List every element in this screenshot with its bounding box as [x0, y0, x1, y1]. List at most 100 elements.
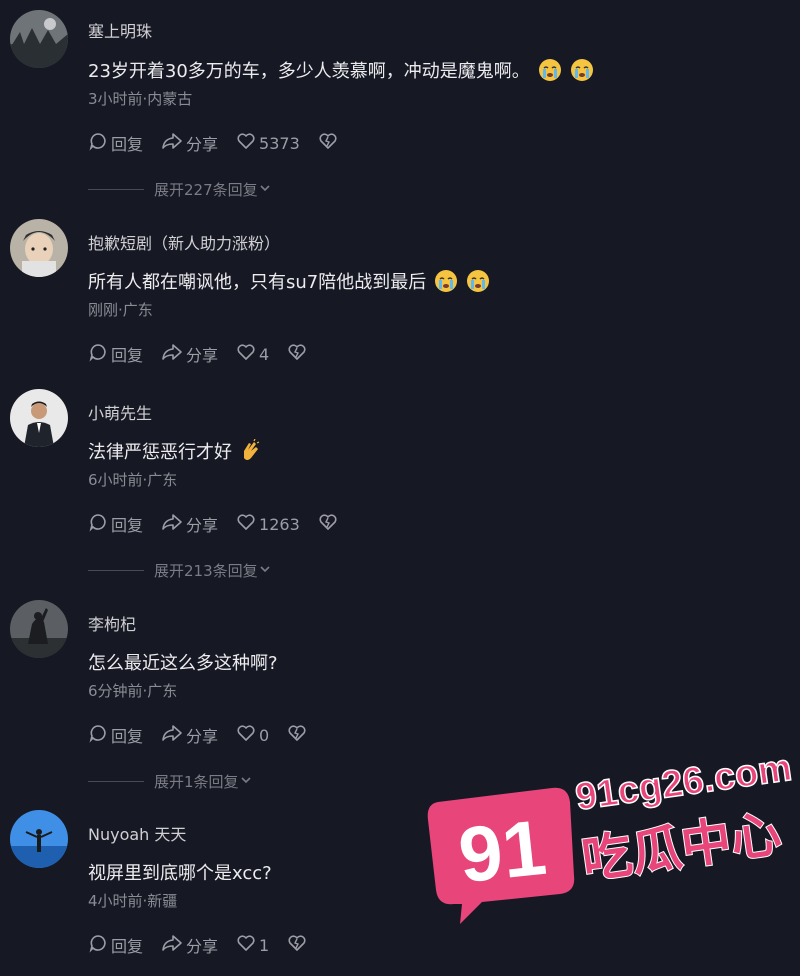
dislike-button[interactable] — [318, 512, 341, 536]
reply-button[interactable]: 回复 — [88, 512, 143, 536]
comment-actions: 回复 分享 1 — [88, 933, 328, 957]
share-arrow-icon — [161, 131, 186, 155]
reply-label: 回复 — [111, 516, 144, 535]
crying-face-emoji — [570, 58, 594, 87]
expand-replies[interactable]: 展开213条回复 — [88, 560, 272, 581]
reply-button[interactable]: 回复 — [88, 723, 143, 747]
share-arrow-icon — [161, 723, 186, 747]
share-label: 分享 — [186, 346, 219, 365]
broken-heart-icon — [318, 512, 341, 536]
expand-replies[interactable]: 展开1条回复 — [88, 771, 253, 792]
comment-text: 23岁开着30多万的车，多少人羡慕啊，冲动是魔鬼啊。 — [88, 61, 530, 82]
comment-username[interactable]: 抱歉短剧（新人助力涨粉） — [88, 230, 280, 254]
heart-icon — [236, 342, 259, 366]
comment-body: 法律严惩恶行才好 — [88, 438, 260, 468]
comment-meta: 3小时前·内蒙古 — [88, 90, 193, 108]
reply-button[interactable]: 回复 — [88, 342, 143, 366]
share-arrow-icon — [161, 933, 186, 957]
dislike-button[interactable] — [318, 131, 341, 155]
heart-icon — [236, 131, 259, 155]
dislike-button[interactable] — [287, 933, 310, 957]
share-button[interactable]: 分享 — [161, 933, 218, 957]
reply-button[interactable]: 回复 — [88, 933, 143, 957]
expand-label: 展开1条回复 — [154, 773, 239, 791]
chevron-down-icon — [239, 773, 253, 791]
comment-meta: 刚刚·广东 — [88, 301, 153, 319]
dislike-button[interactable] — [287, 723, 310, 747]
reply-label: 回复 — [111, 727, 144, 746]
like-count: 5373 — [259, 133, 300, 153]
divider-line — [88, 570, 144, 571]
comment-text: 视屏里到底哪个是xcc? — [88, 863, 272, 884]
like-button[interactable]: 5373 — [236, 131, 300, 155]
chevron-down-icon — [258, 562, 272, 580]
divider-line — [88, 189, 144, 190]
broken-heart-icon — [318, 131, 341, 155]
watermark-name: 吃瓜中心 — [578, 804, 784, 889]
avatar[interactable] — [10, 219, 68, 277]
share-button[interactable]: 分享 — [161, 131, 218, 155]
comment-body: 视屏里到底哪个是xcc? — [88, 859, 272, 885]
comment-meta: 6小时前·广东 — [88, 471, 178, 489]
chevron-down-icon — [258, 181, 272, 199]
comment-username[interactable]: 李枸杞 — [88, 611, 136, 635]
avatar[interactable] — [10, 389, 68, 447]
like-count: 1263 — [259, 514, 300, 534]
comment-actions: 回复 分享 1263 — [88, 512, 359, 536]
watermark-number: 91 — [455, 803, 550, 900]
broken-heart-icon — [287, 723, 310, 747]
like-button[interactable]: 4 — [236, 342, 269, 366]
comment-bubble-icon — [88, 723, 111, 747]
comment-meta: 6分钟前·广东 — [88, 682, 178, 700]
crying-face-emoji — [466, 269, 490, 298]
clapping-hands-emoji — [240, 438, 260, 468]
comment-username[interactable]: 小萌先生 — [88, 400, 152, 424]
share-label: 分享 — [186, 727, 219, 746]
reply-button[interactable]: 回复 — [88, 131, 143, 155]
comment-username[interactable]: 塞上明珠 — [88, 18, 152, 42]
comment-actions: 回复 分享 4 — [88, 342, 328, 366]
watermark-logo: 91 91cg26.com 吃瓜中心 — [424, 728, 795, 928]
like-button[interactable]: 0 — [236, 723, 269, 747]
comment-body: 怎么最近这么多这种啊? — [88, 649, 278, 675]
comment-bubble-icon — [88, 131, 111, 155]
comment-actions: 回复 分享 5373 — [88, 131, 359, 155]
avatar[interactable] — [10, 600, 68, 658]
heart-icon — [236, 723, 259, 747]
divider-line — [88, 781, 144, 782]
expand-replies[interactable]: 展开227条回复 — [88, 179, 272, 200]
like-button[interactable]: 1 — [236, 933, 269, 957]
broken-heart-icon — [287, 933, 310, 957]
heart-icon — [236, 933, 259, 957]
share-button[interactable]: 分享 — [161, 342, 218, 366]
comment-text: 所有人都在嘲讽他，只有su7陪他战到最后 — [88, 272, 427, 293]
share-button[interactable]: 分享 — [161, 723, 218, 747]
reply-label: 回复 — [111, 937, 144, 956]
comment-actions: 回复 分享 0 — [88, 723, 328, 747]
share-arrow-icon — [161, 512, 186, 536]
like-count: 0 — [259, 725, 270, 745]
avatar[interactable] — [10, 10, 68, 68]
comment-text: 怎么最近这么多这种啊? — [88, 653, 278, 674]
comment-text: 法律严惩恶行才好 — [88, 442, 232, 463]
comment-body: 所有人都在嘲讽他，只有su7陪他战到最后 — [88, 268, 490, 298]
comment-bubble-icon — [88, 342, 111, 366]
like-count: 1 — [259, 935, 270, 955]
crying-face-emoji — [538, 58, 562, 87]
share-label: 分享 — [186, 135, 219, 154]
share-arrow-icon — [161, 342, 186, 366]
reply-label: 回复 — [111, 135, 144, 154]
broken-heart-icon — [287, 342, 310, 366]
comment-username[interactable]: Nuyoah 天天 — [88, 821, 186, 845]
share-label: 分享 — [186, 937, 219, 956]
share-label: 分享 — [186, 516, 219, 535]
avatar[interactable] — [10, 810, 68, 868]
comment-meta: 4小时前·新疆 — [88, 892, 178, 910]
comment-bubble-icon — [88, 933, 111, 957]
expand-label: 展开213条回复 — [154, 562, 258, 580]
share-button[interactable]: 分享 — [161, 512, 218, 536]
dislike-button[interactable] — [287, 342, 310, 366]
comment-bubble-icon — [88, 512, 111, 536]
like-count: 4 — [259, 344, 270, 364]
like-button[interactable]: 1263 — [236, 512, 300, 536]
